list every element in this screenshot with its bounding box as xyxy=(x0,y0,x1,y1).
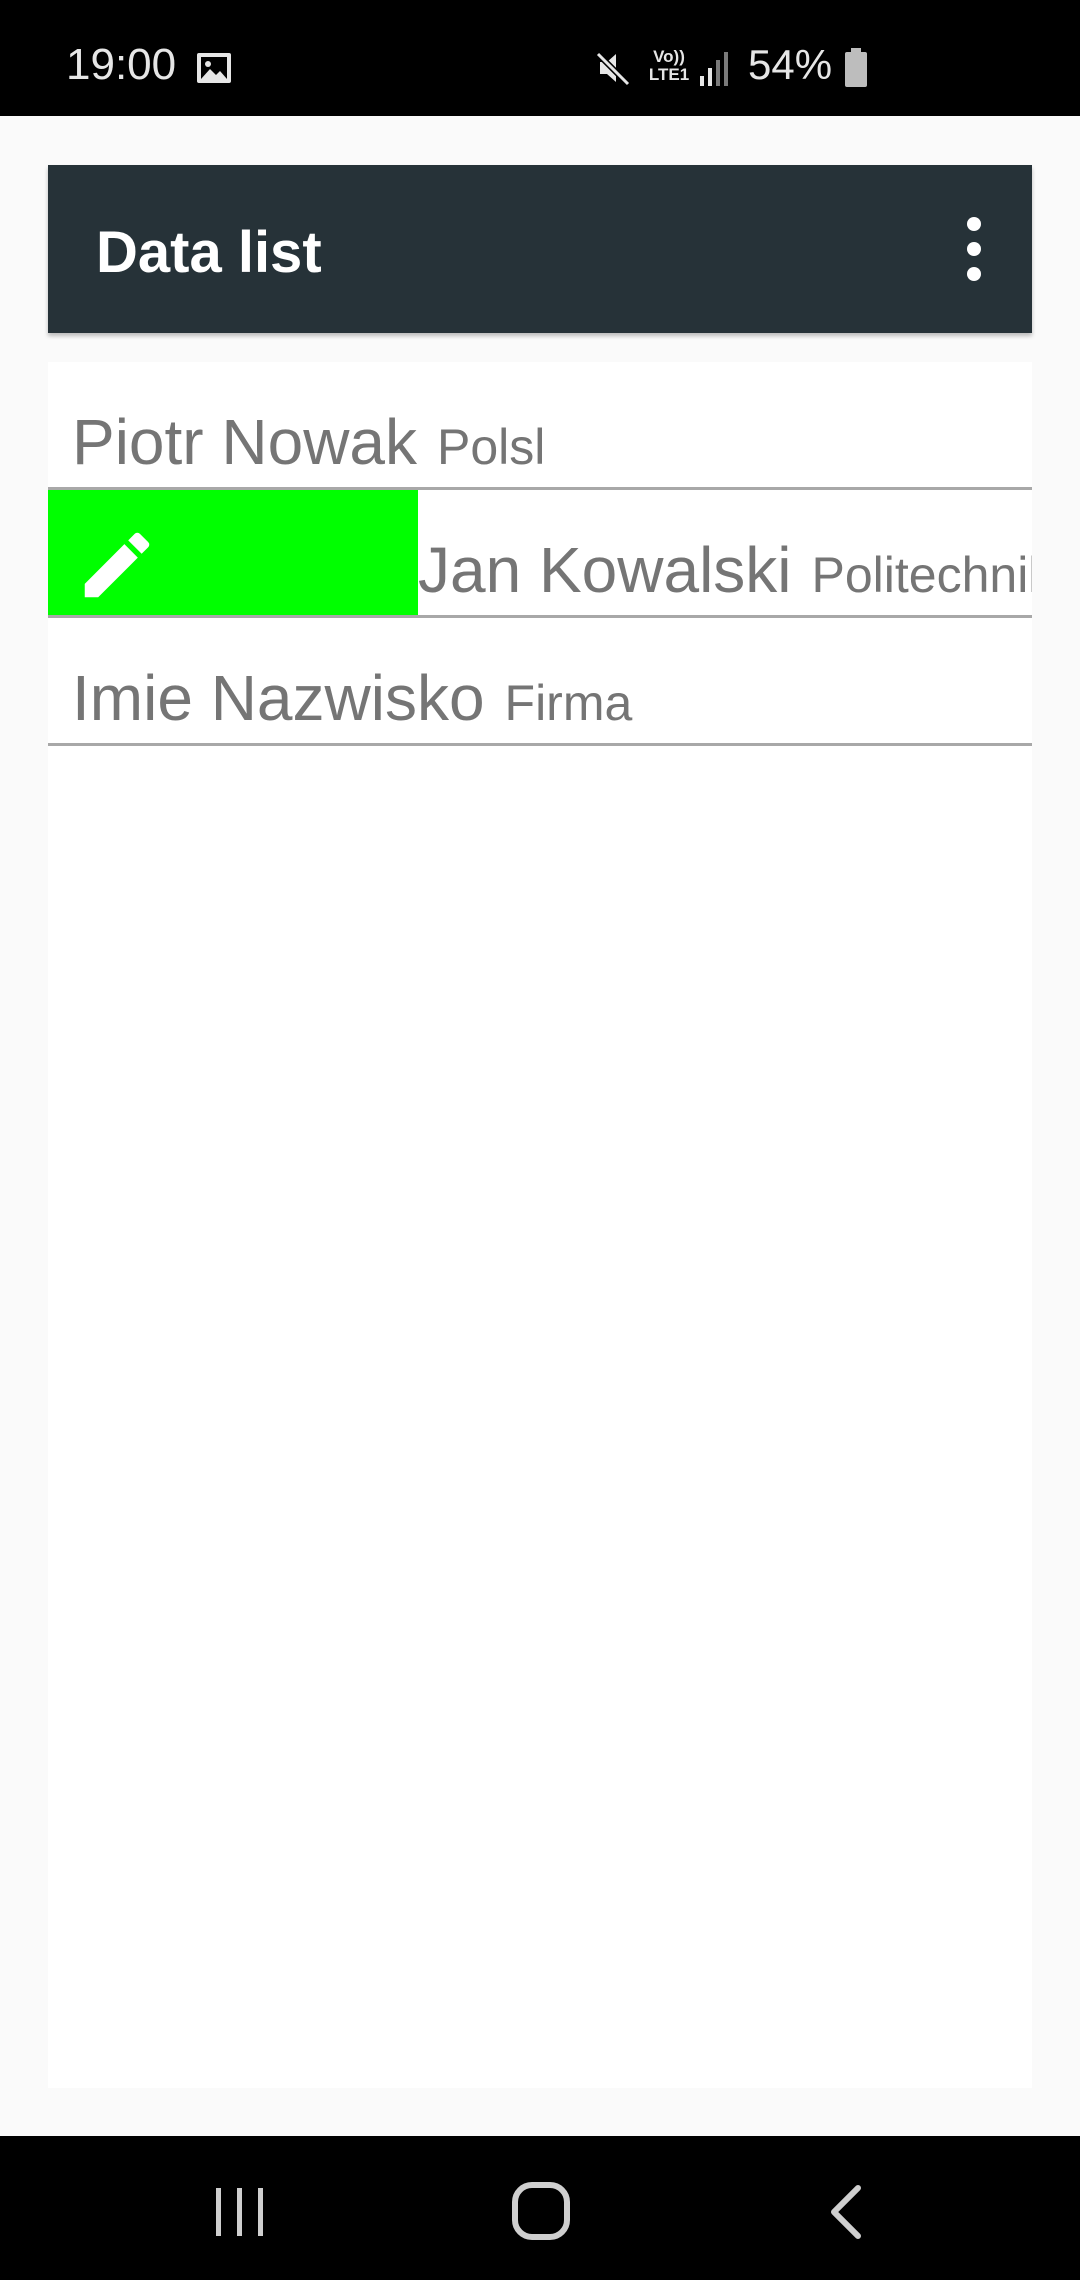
more-options-button[interactable] xyxy=(944,213,1004,285)
volte-icon: Vo)) LTE1 xyxy=(646,48,692,88)
company-name: Politechnika xyxy=(811,547,1033,603)
company-name: Polsl xyxy=(437,419,546,475)
status-time: 19:00 xyxy=(66,40,177,89)
data-list[interactable]: Piotr Nowak Polsl Jan Kowalski Politechnik… xyxy=(48,362,1032,2088)
more-vert-icon xyxy=(967,217,981,231)
more-vert-icon-dot xyxy=(967,242,981,256)
mute-icon xyxy=(596,51,630,86)
signal-icon xyxy=(700,52,728,86)
recent-apps-icon[interactable] xyxy=(210,2184,270,2240)
page-title: Data list xyxy=(96,220,322,285)
list-item-content: Piotr Nowak Polsl xyxy=(72,405,545,479)
list-item-content: Imie Nazwisko Firma xyxy=(72,661,632,735)
person-name: Piotr Nowak xyxy=(72,406,417,478)
edit-swipe-action[interactable] xyxy=(48,490,418,615)
app-bar: Data list xyxy=(48,165,1032,333)
person-name: Imie Nazwisko xyxy=(72,662,485,734)
company-name: Firma xyxy=(504,675,633,731)
status-bar: 19:00 Vo)) LTE1 54% xyxy=(0,0,1080,116)
back-icon[interactable] xyxy=(824,2182,868,2242)
home-icon[interactable] xyxy=(510,2180,572,2242)
volte-label: Vo)) xyxy=(653,47,685,66)
edit-icon xyxy=(84,532,150,598)
list-item[interactable]: Jan Kowalski Politechnika xyxy=(48,490,1032,618)
battery-icon xyxy=(845,48,867,87)
list-item[interactable]: Piotr Nowak Polsl xyxy=(48,362,1032,490)
lte-label: LTE1 xyxy=(648,65,690,84)
image-icon xyxy=(197,53,231,83)
battery-percent: 54% xyxy=(748,41,833,88)
navigation-bar xyxy=(0,2136,1080,2280)
list-item-content: Jan Kowalski Politechnika xyxy=(418,533,1032,607)
list-item[interactable]: Imie Nazwisko Firma xyxy=(48,618,1032,746)
person-name: Jan Kowalski xyxy=(418,534,792,606)
more-vert-icon-dot xyxy=(967,267,981,281)
